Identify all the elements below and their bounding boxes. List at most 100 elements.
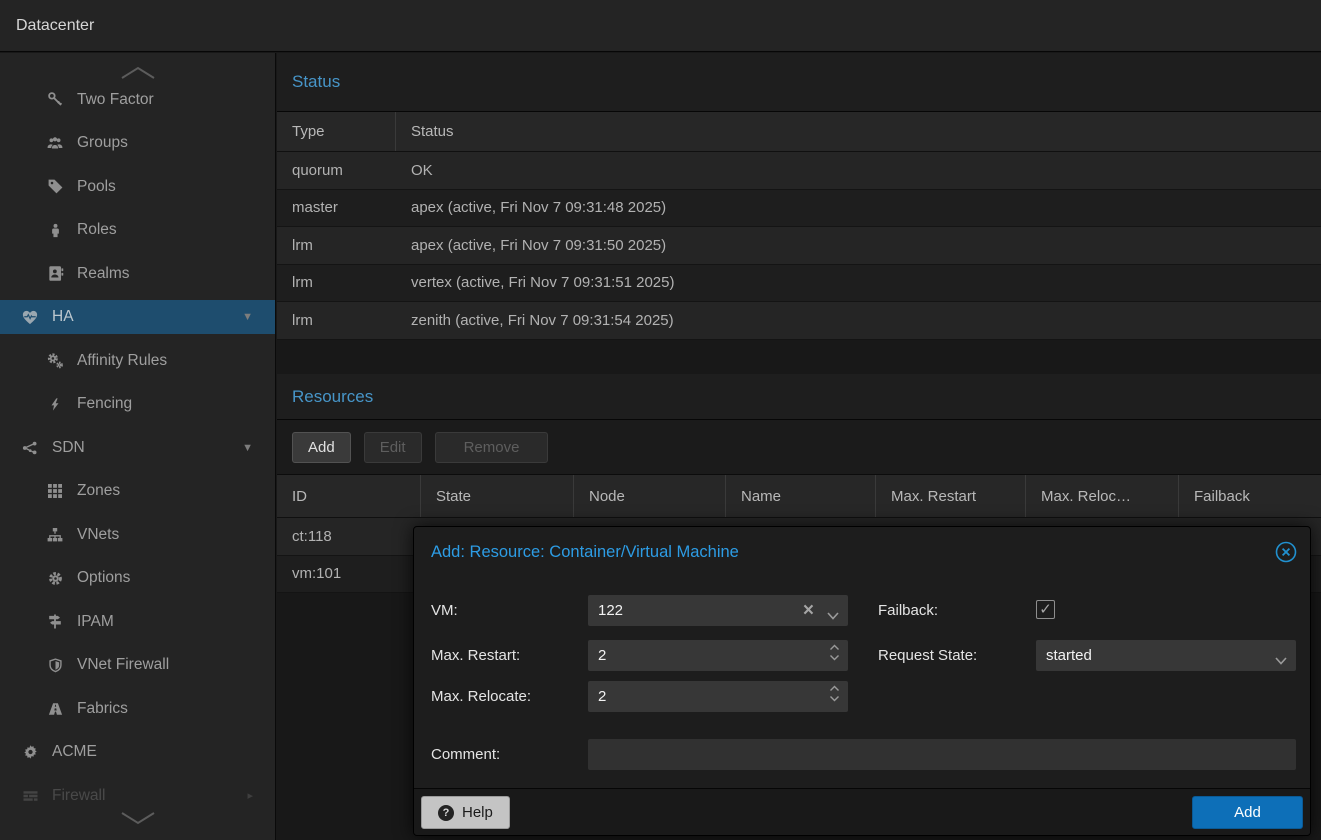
help-button[interactable]: ? Help — [421, 796, 510, 829]
failback-checkbox[interactable]: ✓ — [1036, 600, 1055, 619]
status-row-lrm-apex[interactable]: lrm apex (active, Fri Nov 7 09:31:50 202… — [277, 227, 1321, 265]
checkmark-icon: ✓ — [1039, 601, 1052, 618]
vm-combo[interactable]: × — [588, 595, 848, 626]
spinner-up-icon — [829, 685, 840, 692]
certificate-icon — [20, 743, 40, 761]
status-table-header: Type Status — [277, 112, 1321, 152]
request-state-value: started — [1036, 640, 1296, 671]
address-book-icon — [45, 265, 65, 283]
heartbeat-icon — [20, 308, 40, 326]
sidebar-item-groups[interactable]: Groups — [0, 122, 275, 166]
request-state-label: Request State: — [878, 640, 977, 671]
remove-resource-button[interactable]: Remove — [435, 432, 549, 463]
status-row-lrm-zenith[interactable]: lrm zenith (active, Fri Nov 7 09:31:54 2… — [277, 302, 1321, 340]
cell-type: quorum — [277, 162, 396, 179]
chevron-down-icon[interactable] — [827, 607, 839, 625]
gears-icon — [45, 352, 65, 370]
chevron-down-icon[interactable] — [1275, 652, 1287, 670]
grid-icon — [45, 482, 65, 500]
cell-type: lrm — [277, 274, 396, 291]
failback-label: Failback: — [878, 595, 938, 626]
signpost-icon — [45, 613, 65, 631]
road-icon — [45, 700, 65, 718]
spinner-down-icon — [829, 654, 840, 661]
max-restart-field[interactable] — [588, 640, 848, 671]
cell-status: OK — [396, 162, 1321, 179]
share-nodes-icon — [20, 439, 40, 457]
sidebar-item-pools[interactable]: Pools — [0, 165, 275, 209]
sidebar-item-acme[interactable]: ACME — [0, 731, 275, 775]
column-header-state[interactable]: State — [421, 475, 574, 517]
sidebar-item-vnet-firewall[interactable]: VNet Firewall — [0, 644, 275, 688]
scroll-up-indicator[interactable] — [117, 65, 159, 81]
chevron-down-icon[interactable]: ▼ — [242, 311, 253, 323]
status-row-lrm-vertex[interactable]: lrm vertex (active, Fri Nov 7 09:31:51 2… — [277, 265, 1321, 303]
max-restart-input[interactable] — [588, 640, 848, 671]
users-icon — [45, 134, 65, 152]
cell-id: vm:101 — [277, 565, 421, 582]
top-bar: Datacenter — [0, 0, 1321, 52]
cell-type: master — [277, 199, 396, 216]
spinner-buttons[interactable] — [829, 685, 840, 702]
add-resource-button[interactable]: Add — [292, 432, 351, 463]
column-header-failback[interactable]: Failback — [1179, 475, 1321, 517]
scroll-down-indicator[interactable] — [117, 810, 159, 826]
sidebar-item-zones[interactable]: Zones — [0, 470, 275, 514]
sidebar-item-options[interactable]: Options — [0, 557, 275, 601]
column-header-max-relocate[interactable]: Max. Reloc… — [1026, 475, 1179, 517]
sidebar-item-affinity-rules[interactable]: Affinity Rules — [0, 339, 275, 383]
request-state-combo[interactable]: started — [1036, 640, 1296, 671]
help-button-label: Help — [462, 804, 493, 821]
add-resource-dialog: Add: Resource: Container/Virtual Machine… — [413, 526, 1311, 836]
user-icon — [45, 221, 65, 239]
sidebar-item-fabrics[interactable]: Fabrics — [0, 687, 275, 731]
chevron-down-icon[interactable]: ▼ — [242, 442, 253, 454]
cell-status: zenith (active, Fri Nov 7 09:31:54 2025) — [396, 312, 1321, 329]
sidebar-item-ipam[interactable]: IPAM — [0, 600, 275, 644]
cell-type: lrm — [277, 237, 396, 254]
column-header-id[interactable]: ID — [277, 475, 421, 517]
column-header-name[interactable]: Name — [726, 475, 876, 517]
tag-icon — [45, 178, 65, 196]
clear-icon[interactable]: × — [803, 595, 814, 626]
sidebar-item-two-factor[interactable]: Two Factor — [0, 78, 275, 122]
column-header-type[interactable]: Type — [277, 112, 396, 151]
sidebar-item-realms[interactable]: Realms — [0, 252, 275, 296]
vm-label: VM: — [431, 595, 458, 626]
column-header-status[interactable]: Status — [396, 112, 1321, 151]
comment-input[interactable] — [588, 739, 1296, 770]
spinner-down-icon — [829, 695, 840, 702]
status-row-master[interactable]: master apex (active, Fri Nov 7 09:31:48 … — [277, 190, 1321, 228]
comment-field[interactable] — [588, 739, 1296, 770]
spinner-up-icon — [829, 644, 840, 651]
max-restart-label: Max. Restart: — [431, 640, 520, 671]
column-header-max-restart[interactable]: Max. Restart — [876, 475, 1026, 517]
status-panel-title: Status — [292, 72, 340, 92]
question-icon: ? — [438, 805, 454, 821]
close-icon[interactable] — [1274, 540, 1298, 564]
shield-icon — [45, 656, 65, 674]
max-relocate-input[interactable] — [588, 681, 848, 712]
sidebar-item-roles[interactable]: Roles — [0, 209, 275, 253]
dialog-add-button[interactable]: Add — [1192, 796, 1303, 829]
column-header-node[interactable]: Node — [574, 475, 726, 517]
chevron-right-icon[interactable]: ▸ — [247, 789, 253, 802]
cell-id: ct:118 — [277, 528, 421, 545]
spinner-buttons[interactable] — [829, 644, 840, 661]
status-table: Type Status quorum OK master apex (activ… — [277, 112, 1321, 340]
resources-toolbar: Add Edit Remove — [277, 420, 1321, 475]
dialog-footer: ? Help Add — [414, 788, 1310, 835]
sidebar-item-vnets[interactable]: VNets — [0, 513, 275, 557]
cell-status: apex (active, Fri Nov 7 09:31:48 2025) — [396, 199, 1321, 216]
dialog-title: Add: Resource: Container/Virtual Machine — [431, 527, 739, 577]
sidebar-item-sdn[interactable]: SDN ▼ — [0, 426, 275, 470]
dialog-title-bar[interactable]: Add: Resource: Container/Virtual Machine — [414, 527, 1310, 577]
sidebar-item-ha[interactable]: HA ▼ — [0, 300, 275, 334]
status-row-quorum[interactable]: quorum OK — [277, 152, 1321, 190]
sidebar: Two Factor Groups Pools Roles Realms HA … — [0, 53, 276, 840]
edit-resource-button[interactable]: Edit — [364, 432, 422, 463]
max-relocate-field[interactable] — [588, 681, 848, 712]
status-panel-header: Status — [277, 53, 1321, 112]
sidebar-item-fencing[interactable]: Fencing — [0, 383, 275, 427]
cell-status: vertex (active, Fri Nov 7 09:31:51 2025) — [396, 274, 1321, 291]
